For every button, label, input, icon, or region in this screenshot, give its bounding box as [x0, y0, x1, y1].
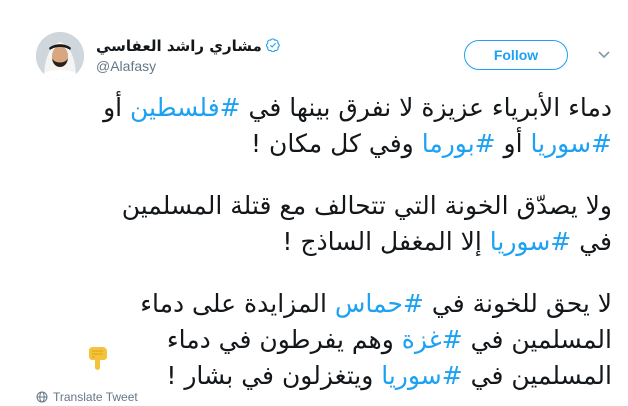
hashtag-link[interactable]: #سوريا — [490, 227, 571, 256]
follow-button[interactable]: Follow — [464, 40, 568, 70]
globe-icon — [36, 391, 48, 403]
tweet-text-segment: أو — [495, 129, 531, 158]
display-name[interactable]: مشاري راشد العفاسي — [96, 37, 262, 55]
tweet-text-segment: المزايدة على دماء — [140, 289, 335, 318]
tweet-line: #سوريا أو #بورما وفي كل مكان ! — [36, 126, 612, 162]
tweet-line: المسلمين في #غزة وهم يفرطون في دماء — [36, 322, 612, 358]
tweet-text-segment: المسلمين في — [462, 325, 612, 354]
hashtag-link[interactable]: #بورما — [422, 129, 496, 158]
hashtag-link[interactable]: #حماس — [335, 289, 424, 318]
tweet-text: دماء الأبرياء عزيزة لا نفرق بينها في #فل… — [36, 90, 612, 394]
tweet-paragraph: دماء الأبرياء عزيزة لا نفرق بينها في #فل… — [36, 90, 612, 162]
tweet-header: مشاري راشد العفاسي @Alafasy Follow — [36, 32, 612, 80]
translate-tweet-label: Translate Tweet — [53, 390, 138, 404]
display-name-row: مشاري راشد العفاسي — [96, 36, 280, 56]
hashtag-link[interactable]: #فلسطين — [130, 93, 241, 122]
tweet-text-segment: ولا يصدّق الخونة التي تتحالف مع قتلة الم… — [121, 191, 612, 220]
tweet-text-segment: وفي كل مكان ! — [251, 129, 422, 158]
tweet-line: دماء الأبرياء عزيزة لا نفرق بينها في #فل… — [36, 90, 612, 126]
tweet-text-segment: المسلمين في — [462, 361, 612, 390]
tweet-line: لا يحق للخونة في #حماس المزايدة على دماء — [36, 286, 612, 322]
avatar-image — [36, 32, 84, 80]
tweet-text-segment: لا يحق للخونة في — [423, 289, 612, 318]
avatar[interactable] — [36, 32, 84, 80]
tweet-text-segment: دماء الأبرياء عزيزة لا نفرق بينها في — [240, 93, 612, 122]
user-handle[interactable]: @Alafasy — [96, 58, 280, 74]
tweet-text-segment: وهم يفرطون في دماء — [166, 325, 402, 354]
tweet-text-segment: ويتغزلون في بشار ! — [166, 361, 382, 390]
tweet-paragraph: ولا يصدّق الخونة التي تتحالف مع قتلة الم… — [36, 188, 612, 260]
tweet-line: في #سوريا إلا المغفل الساذج ! — [36, 224, 612, 260]
tweet-paragraph: لا يحق للخونة في #حماس المزايدة على دماء… — [36, 286, 612, 394]
tweet-line: المسلمين في #سوريا ويتغزلون في بشار ! — [36, 358, 612, 394]
tweet-line: ولا يصدّق الخونة التي تتحالف مع قتلة الم… — [36, 188, 612, 224]
tweet-text-segment: أو — [103, 93, 131, 122]
tweet-text-segment: في — [571, 227, 612, 256]
verified-badge-icon — [265, 37, 280, 53]
hashtag-link[interactable]: #سوريا — [531, 129, 612, 158]
hashtag-link[interactable]: #غزة — [402, 325, 463, 354]
tweet-text-segment: إلا المغفل الساذج ! — [282, 227, 490, 256]
pointing-down-hand-icon — [84, 346, 110, 372]
translate-tweet-link[interactable]: Translate Tweet — [36, 390, 138, 404]
user-names: مشاري راشد العفاسي @Alafasy — [96, 36, 280, 74]
chevron-down-icon[interactable] — [596, 46, 612, 62]
tweet-card: مشاري راشد العفاسي @Alafasy Follow دماء … — [0, 0, 628, 406]
hashtag-link[interactable]: #سوريا — [381, 361, 462, 390]
